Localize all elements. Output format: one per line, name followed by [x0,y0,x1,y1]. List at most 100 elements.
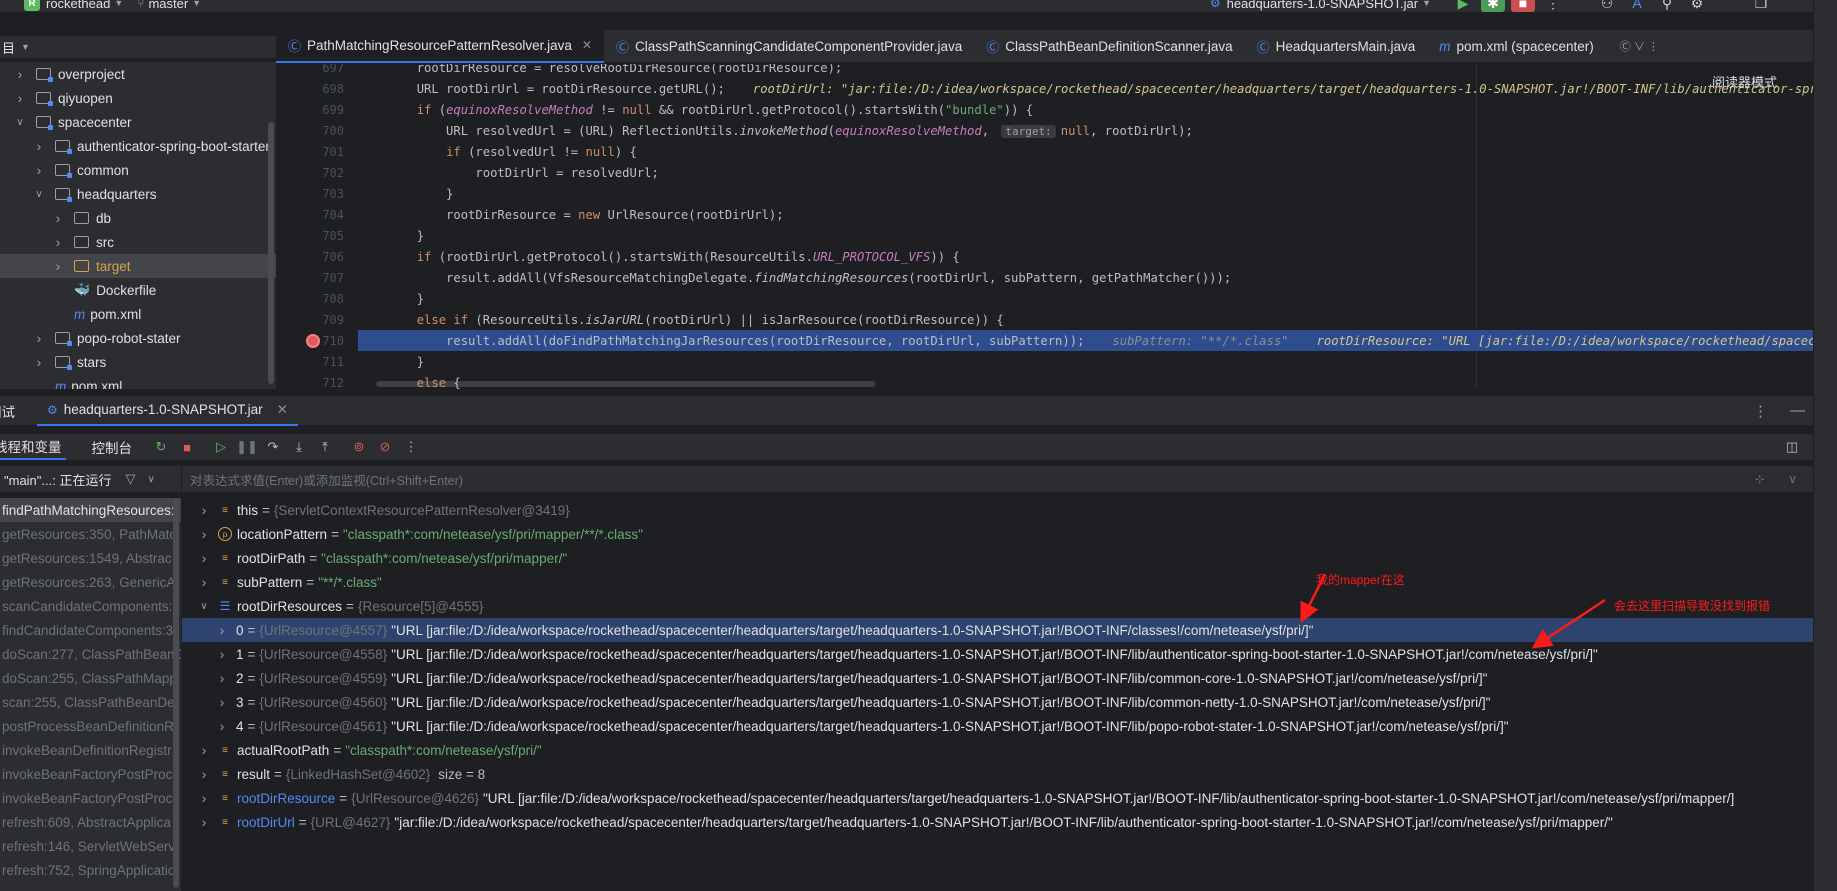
stack-frame[interactable]: findPathMatchingResources: [0,498,181,522]
code-line[interactable]: URL rootDirUrl = rootDirResource.getURL(… [358,78,1813,99]
chevron-right-icon[interactable]: › [198,790,210,806]
resume-icon[interactable]: ▷ [210,436,232,458]
chevron-right-icon[interactable]: › [216,670,228,686]
variable-row[interactable]: › ≡ rootDirPath = "classpath*:com/netease/… [182,546,1813,570]
variable-row[interactable]: › 3 = {UrlResource@4560} "URL [jar:file:/D… [182,690,1813,714]
step-into-icon[interactable]: ⤓ [288,436,310,458]
variable-row[interactable]: › p locationPattern = "classpath*:com/nete… [182,522,1813,546]
step-over-icon[interactable]: ↷ [262,436,284,458]
code-line[interactable]: else { [358,372,1813,390]
close-icon[interactable]: ✕ [277,402,288,418]
tab-threads-variables[interactable]: 线程和变量 [0,434,66,460]
variable-row[interactable]: › ≡ this = {ServletContextResourcePatternR… [182,498,1813,522]
run-icon[interactable]: ▶ [1451,0,1475,12]
stack-frame[interactable]: invokeBeanFactoryPostProce [0,762,181,786]
chevron-right-icon[interactable]: › [198,502,210,518]
tree-item[interactable]: › qiyuopen [0,86,276,110]
tree-item[interactable]: › common [0,158,276,182]
tree-item[interactable]: › popo-robot-stater [0,326,276,350]
variable-row[interactable]: › ≡ result = {LinkedHashSet@4602} size = 8 [182,762,1813,786]
code-line[interactable]: URL resolvedUrl = (URL) ReflectionUtils.… [358,120,1813,141]
chevron-right-icon[interactable]: › [14,90,26,106]
stack-frame[interactable]: refresh:146, ServletWebServ [0,834,181,858]
step-out-icon[interactable]: ⤒ [314,436,336,458]
variable-row[interactable]: ∨ ☰ rootDirResources = {Resource[5]@4555} [182,594,1813,618]
branch-name[interactable]: master [148,0,188,11]
chevron-down-icon[interactable]: ▼ [1422,0,1431,8]
code-line[interactable]: } [358,225,1813,246]
chevron-right-icon[interactable]: › [198,574,210,590]
current-execution-line[interactable]: result.addAll(doFindPathMatchingJarResou… [358,330,1813,351]
project-tree-scrollbar[interactable] [268,122,274,384]
chevron-right-icon[interactable]: › [14,66,26,82]
more-tabs-icon[interactable]: Ⓒ ∨ ⋮ [1620,38,1659,54]
code-line[interactable]: rootDirResource = new UrlResource(rootDi… [358,204,1813,225]
chevron-down-icon[interactable]: ▼ [114,0,123,8]
variable-row[interactable]: › 1 = {UrlResource@4558} "URL [jar:file:/D… [182,642,1813,666]
chevron-right-icon[interactable]: › [216,694,228,710]
stack-frame[interactable]: postProcessBeanDefinitionR [0,714,181,738]
tree-item[interactable]: › target [0,254,276,278]
editor-tab[interactable]: m pom.xml (spacecenter) [1427,30,1606,63]
chevron-right-icon[interactable]: › [216,622,228,638]
chevron-right-icon[interactable]: › [198,526,210,542]
filter-icon[interactable]: ▽ [125,471,135,487]
layout-icon[interactable]: ◫ [1781,436,1803,458]
chevron-down-icon[interactable]: ▼ [21,42,30,52]
chevron-right-icon[interactable]: › [33,138,45,154]
chevron-right-icon[interactable]: › [216,718,228,734]
project-name[interactable]: rockethead [46,0,110,11]
chevron-down-icon[interactable]: ∨ [14,117,26,128]
project-badge[interactable]: R [24,0,40,11]
add-watch-icon[interactable]: ⊹ [1755,472,1765,486]
stack-frame[interactable]: findCandidateComponents:3 [0,618,181,642]
code-editor[interactable]: 697 698 699 700 701 702 703 704 705 706 707 708 709 7… [276,64,1813,389]
editor-tab[interactable]: Ⓒ ClassPathBeanDefinitionScanner.java [974,30,1244,63]
chevron-right-icon[interactable]: › [198,766,210,782]
stack-frame[interactable]: invokeBeanFactoryPostProce [0,786,181,810]
stack-frame[interactable]: getResources:263, GenericA [0,570,181,594]
chevron-down-icon[interactable]: ∨ [1788,472,1797,486]
editor-tab[interactable]: Ⓒ HeadquartersMain.java [1245,30,1428,63]
chevron-down-icon[interactable]: ▼ [192,0,201,8]
editor-tab[interactable]: Ⓒ PathMatchingResourcePatternResolver.jav… [276,29,604,63]
more-icon[interactable]: ⋮ [1753,402,1768,420]
chevron-down-icon[interactable]: ∨ [33,189,45,200]
gear-icon[interactable]: ⚙ [1685,0,1709,12]
stack-frame[interactable]: doScan:255, ClassPathMapp [0,666,181,690]
chevron-right-icon[interactable]: › [33,162,45,178]
chevron-right-icon[interactable]: › [216,646,228,662]
chevron-right-icon[interactable]: › [198,742,210,758]
debug-icon[interactable]: ✱ [1481,0,1505,12]
code-line[interactable]: result.addAll(VfsResourceMatchingDelegat… [358,267,1813,288]
more-icon[interactable]: ⋮ [400,436,422,458]
chevron-right-icon[interactable]: › [198,814,210,830]
tree-item[interactable]: 🐳 Dockerfile [0,278,276,302]
variable-row[interactable]: › ≡ subPattern = "**/*.class" [182,570,1813,594]
stack-frame[interactable]: refresh:609, AbstractApplica [0,810,181,834]
close-icon[interactable]: ✕ [582,38,592,52]
watch-expression-input[interactable]: 对表达式求值(Enter)或添加监视(Ctrl+Shift+Enter) ⊹ ∨ [182,466,1813,492]
view-breakpoints-icon[interactable]: ⊚ [348,436,370,458]
translate-icon[interactable]: A [1625,0,1649,12]
tree-item[interactable]: m pom.xml [0,374,276,390]
search-icon[interactable]: ⚲ [1655,0,1679,12]
tree-item[interactable]: ∨ headquarters [0,182,276,206]
stack-frame[interactable]: scan:255, ClassPathBeanDef [0,690,181,714]
code-line[interactable]: rootDirUrl = resolvedUrl; [358,162,1813,183]
code-line[interactable]: } [358,288,1813,309]
stack-frame[interactable]: scanCandidateComponents: [0,594,181,618]
tree-item[interactable]: › overproject [0,62,276,86]
chevron-right-icon[interactable]: › [33,354,45,370]
frames-scrollbar[interactable] [173,498,179,888]
breakpoint-icon[interactable] [306,334,320,348]
chevron-right-icon[interactable]: › [52,234,64,250]
run-config-name[interactable]: headquarters-1.0-SNAPSHOT.jar [1227,0,1418,11]
thread-selector[interactable]: "main"...: 正在运行 ▽ ∨ [0,466,181,492]
tree-item[interactable]: › stars [0,350,276,374]
tree-item[interactable]: m pom.xml [0,302,276,326]
tree-item[interactable]: › db [0,206,276,230]
stack-frame[interactable]: invokeBeanDefinitionRegistr [0,738,181,762]
variable-row[interactable]: › 4 = {UrlResource@4561} "URL [jar:file:/D… [182,714,1813,738]
code-line[interactable]: if (resolvedUrl != null) { [358,141,1813,162]
